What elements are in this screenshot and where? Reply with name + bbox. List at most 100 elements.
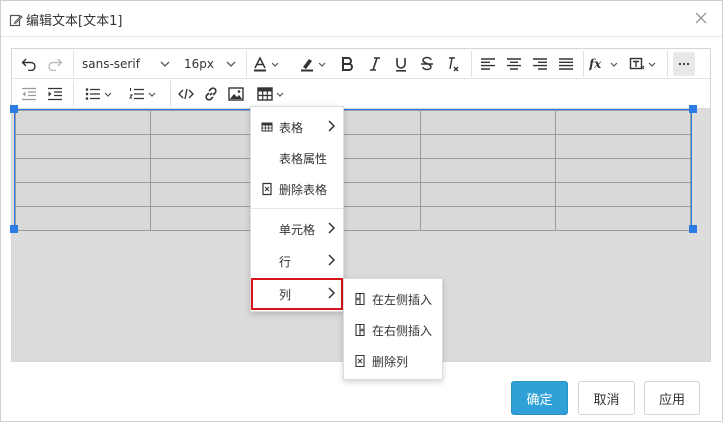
table-cell[interactable]: [420, 206, 556, 231]
menu-divider: [251, 208, 343, 209]
image-icon: [228, 87, 244, 101]
table-cell[interactable]: [15, 158, 151, 183]
code-button[interactable]: [175, 82, 197, 106]
table-cell[interactable]: [15, 134, 151, 159]
insert-column-right-icon: [355, 323, 365, 337]
content-table[interactable]: [15, 110, 691, 231]
menu-item-delete-table[interactable]: 删除表格: [251, 174, 343, 204]
insert-box-button[interactable]: [624, 52, 660, 76]
resize-handle[interactable]: [689, 105, 697, 113]
apply-button-label: 应用: [658, 392, 685, 408]
italic-icon: [370, 57, 380, 71]
menu-item-cell[interactable]: 单元格: [251, 214, 343, 244]
editor-toolbar: sans-serif 16px fx: [12, 49, 710, 109]
image-button[interactable]: [225, 82, 247, 106]
redo-button[interactable]: [44, 52, 66, 76]
table-icon: [261, 122, 273, 132]
align-center-icon: [507, 58, 521, 70]
table-cell[interactable]: [555, 158, 691, 183]
resize-handle[interactable]: [10, 225, 18, 233]
strikethrough-button[interactable]: [416, 52, 438, 76]
table-cell[interactable]: [420, 134, 556, 159]
confirm-button[interactable]: 确定: [511, 381, 568, 415]
table-row: [15, 110, 691, 135]
formula-button[interactable]: fx: [585, 52, 621, 76]
delete-column-icon: [355, 354, 365, 368]
toolbar-separator: [73, 51, 74, 77]
chevron-down-icon: [160, 61, 170, 67]
table-cell[interactable]: [555, 134, 691, 159]
font-color-button[interactable]: [249, 52, 281, 76]
close-icon[interactable]: [694, 11, 708, 25]
indent-icon: [48, 87, 62, 101]
underline-button[interactable]: [390, 52, 412, 76]
menu-item-label: 在右侧插入: [372, 324, 433, 338]
align-center-button[interactable]: [503, 52, 525, 76]
menu-item-row[interactable]: 行: [251, 246, 343, 276]
table-cell[interactable]: [15, 182, 151, 207]
table-cell[interactable]: [15, 206, 151, 231]
toolbar-row-2: [12, 79, 710, 109]
underline-icon: [396, 58, 406, 72]
bold-icon: [342, 57, 353, 71]
table-row: [15, 206, 691, 231]
indent-button[interactable]: [44, 82, 66, 106]
toolbar-separator: [667, 51, 668, 77]
chevron-down-icon: [104, 92, 111, 97]
more-button[interactable]: [673, 52, 695, 76]
highlight-button[interactable]: [294, 52, 330, 76]
menu-item-table[interactable]: 表格: [251, 112, 343, 142]
table-cell[interactable]: [555, 206, 691, 231]
table-cell[interactable]: [420, 182, 556, 207]
font-size-select[interactable]: 16px: [184, 52, 236, 76]
italic-button[interactable]: [364, 52, 386, 76]
selected-table[interactable]: [14, 109, 692, 231]
bullet-list-button[interactable]: [80, 82, 116, 106]
bold-button[interactable]: [336, 52, 358, 76]
numbered-list-button[interactable]: [124, 82, 160, 106]
font-size-value: 16px: [184, 57, 214, 71]
toolbar-separator: [583, 51, 584, 77]
numbered-list-icon: [128, 88, 144, 100]
toolbar-separator: [471, 51, 472, 77]
apply-button[interactable]: 应用: [644, 381, 700, 415]
table-cell[interactable]: [420, 110, 556, 135]
confirm-button-label: 确定: [526, 392, 553, 408]
align-justify-button[interactable]: [555, 52, 577, 76]
menu-item-column[interactable]: 列: [251, 278, 343, 310]
align-left-icon: [481, 58, 495, 70]
resize-handle[interactable]: [689, 225, 697, 233]
clear-format-icon: [449, 57, 459, 72]
menu-item-table-properties[interactable]: 表格属性: [251, 143, 343, 173]
chevron-down-icon: [610, 62, 617, 67]
menu-item-delete-column[interactable]: 删除列: [344, 346, 442, 376]
svg-text:fx: fx: [589, 57, 602, 71]
resize-handle[interactable]: [10, 105, 18, 113]
bullet-list-icon: [85, 88, 100, 100]
menu-item-label: 在左侧插入: [372, 293, 433, 307]
outdent-button[interactable]: [18, 82, 40, 106]
chevron-right-icon: [328, 222, 335, 234]
insert-column-left-icon: [355, 292, 365, 306]
font-family-select[interactable]: sans-serif: [82, 52, 170, 76]
table-button[interactable]: [252, 82, 288, 106]
menu-item-label: 行: [279, 255, 292, 269]
link-button[interactable]: [200, 82, 222, 106]
cancel-button[interactable]: 取消: [578, 381, 635, 415]
table-cell[interactable]: [555, 182, 691, 207]
align-right-button[interactable]: [529, 52, 551, 76]
clear-format-button[interactable]: [442, 52, 464, 76]
chevron-down-icon: [148, 92, 155, 97]
toolbar-separator: [170, 81, 171, 107]
table-cell[interactable]: [555, 110, 691, 135]
chevron-down-icon: [648, 62, 655, 67]
table-row: [15, 182, 691, 207]
table-cell[interactable]: [420, 158, 556, 183]
undo-button[interactable]: [18, 52, 40, 76]
table-cell[interactable]: [15, 110, 151, 135]
align-left-button[interactable]: [477, 52, 499, 76]
edit-text-dialog: 编辑文本[文本1] sans-serif 16px fx 表格 表格属性 删除表…: [0, 0, 723, 422]
menu-item-insert-column-left[interactable]: 在左侧插入: [344, 284, 442, 314]
dialog-title: 编辑文本[文本1]: [9, 10, 122, 29]
menu-item-insert-column-right[interactable]: 在右侧插入: [344, 315, 442, 345]
